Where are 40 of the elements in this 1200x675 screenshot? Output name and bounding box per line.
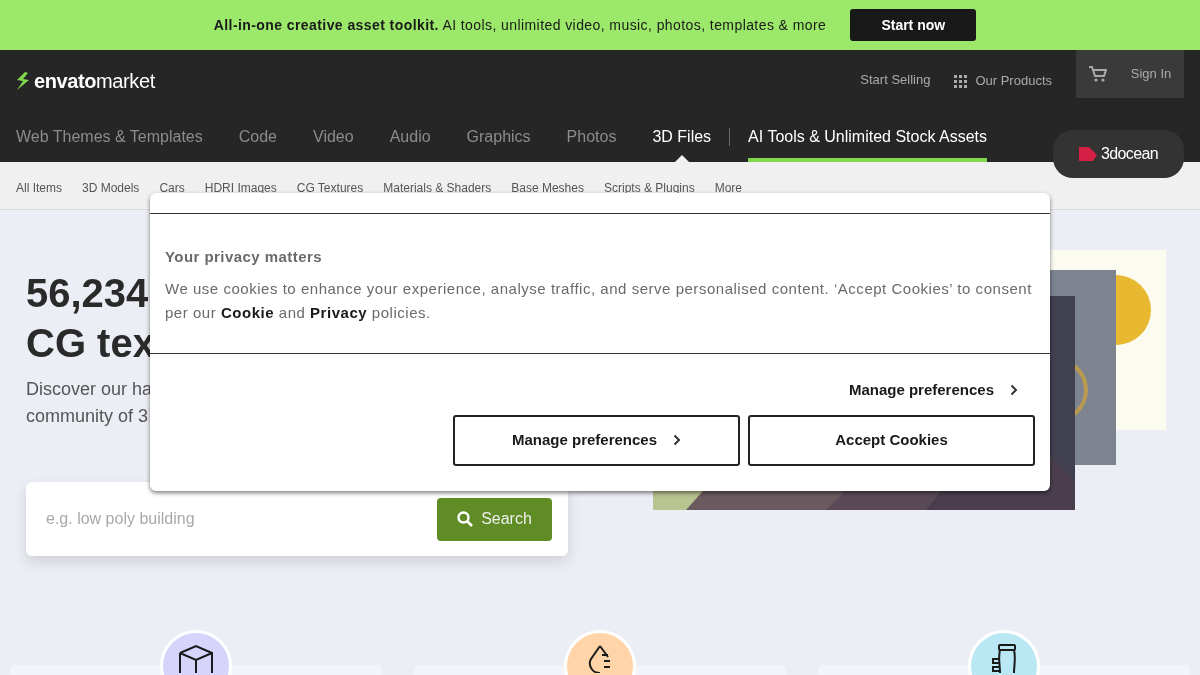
site-badge[interactable]: 3docean xyxy=(1053,130,1184,178)
logo-leaf-icon xyxy=(16,72,30,90)
chevron-icon xyxy=(673,434,682,446)
category-tab[interactable]: Graphics xyxy=(466,112,531,162)
category-tab[interactable]: Audio xyxy=(389,112,431,162)
subnav-link[interactable]: CG Textures xyxy=(296,178,364,197)
start-now-button[interactable]: Start now xyxy=(850,9,977,41)
sign-in-button[interactable]: Sign In xyxy=(1076,50,1184,98)
subnav-link[interactable]: More xyxy=(714,178,742,197)
our-products-link[interactable]: Our Products xyxy=(975,71,1052,91)
subnav-link[interactable]: 3D Models xyxy=(82,178,140,197)
manage-preferences-link[interactable]: Manage preferences xyxy=(842,378,1024,403)
hero-title: 56,234 xyxy=(26,270,149,317)
search-field[interactable]: e.g. low poly building Search xyxy=(26,482,568,556)
cart-icon xyxy=(1088,66,1107,82)
logo[interactable]: envatomarket xyxy=(34,66,155,96)
category-tab[interactable]: Photos xyxy=(566,112,617,162)
accept-cookies-button[interactable]: Accept Cookies xyxy=(748,414,1035,466)
hero-title: CG tex xyxy=(26,320,155,367)
dialog-title: Your privacy matters xyxy=(165,247,324,267)
subnav-link[interactable]: All Items xyxy=(16,178,62,197)
chevron-icon xyxy=(1010,384,1018,397)
subnav-link[interactable]: Scripts & Plugins xyxy=(603,178,695,197)
promo-text: All-in-one creative asset toolkit. AI tools, unlimited video, music, photos, templates & more xyxy=(213,15,827,35)
start-selling-link[interactable]: Start Selling xyxy=(860,70,931,90)
hero-description: community of 3 xyxy=(26,405,149,428)
subnav-link[interactable]: Base Meshes xyxy=(511,178,584,197)
search-button[interactable]: Search xyxy=(437,497,552,541)
grid-icon xyxy=(954,74,968,88)
cube-icon xyxy=(177,643,215,673)
dialog-text: We use cookies to enhance your experience, analyse traffic, and serve personalised content. ‘Accept Cookies’ to consent per our Cookie and Privacy policies. xyxy=(165,278,1033,323)
category-tab[interactable]: Code xyxy=(238,112,277,162)
manage-preferences-button[interactable]: Manage preferences xyxy=(453,414,740,466)
jar-icon xyxy=(989,643,1019,673)
subnav-link[interactable]: Materials & Shaders xyxy=(383,178,492,197)
category-tab[interactable]: Video xyxy=(313,112,354,162)
category-tab[interactable]: Web Themes & Templates xyxy=(16,112,203,162)
search-icon xyxy=(457,511,474,527)
subnav-link[interactable]: HDRI Images xyxy=(204,178,277,197)
subnav-link[interactable]: Cars xyxy=(159,178,185,197)
